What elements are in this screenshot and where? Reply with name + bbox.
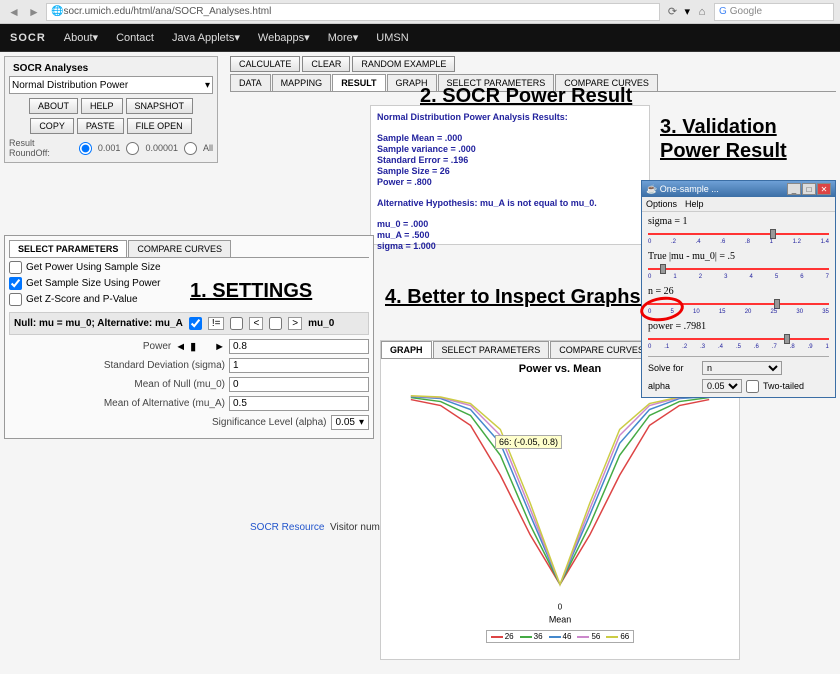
muA-input[interactable] [229,396,369,411]
tab-mapping[interactable]: MAPPING [272,74,332,91]
nav-about[interactable]: About▾ [64,31,98,44]
power-chart: 0 Mean [381,375,739,625]
tab-select-params[interactable]: SELECT PARAMETERS [438,74,555,91]
nav-java[interactable]: Java Applets▾ [172,31,240,44]
sd-input[interactable] [229,358,369,373]
tab-data[interactable]: DATA [230,74,271,91]
n-slider[interactable]: 05101520253035 [648,299,829,315]
roundoff-all[interactable] [184,142,197,155]
sigma-slider[interactable]: 0.2.4.6.811.21.4 [648,229,829,245]
paste-button[interactable]: PASTE [77,118,124,134]
nav-more[interactable]: More▾ [328,31,359,44]
minimize-icon[interactable]: _ [787,183,801,195]
maximize-icon[interactable]: □ [802,183,816,195]
power-slider-left[interactable]: ◄ [175,341,186,353]
analysis-select[interactable]: Normal Distribution Power▾ [9,76,213,94]
side-tab-select[interactable]: SELECT PARAMETERS [9,240,127,257]
nav-contact[interactable]: Contact [116,32,154,44]
java-titlebar[interactable]: ☕ One-sample ... _ □ ✕ [642,181,835,197]
forward-icon[interactable]: ► [26,4,42,20]
about-button[interactable]: ABOUT [29,98,78,114]
sd-label: Standard Deviation (sigma) [65,360,225,371]
op-lt-check[interactable] [230,317,243,330]
home-icon[interactable]: ⌂ [694,4,710,20]
footer-link[interactable]: SOCR Resource [250,522,324,533]
gtab-compare[interactable]: COMPARE CURVES [550,341,653,358]
close-icon[interactable]: ✕ [817,183,831,195]
url-bar[interactable]: 🌐 socr.umich.edu/html/ana/SOCR_Analyses.… [46,3,660,21]
power-slider[interactable]: 0.1.2.3.4.5.6.7.8.91 [648,334,829,350]
chart-legend: 2636465666 [486,630,635,643]
help-button[interactable]: HELP [81,98,123,114]
roundoff-row: Result RoundOff: 0.001 0.00001 All [9,138,213,158]
panel-title: SOCR Analyses [9,61,213,76]
fileopen-button[interactable]: FILE OPEN [127,118,192,134]
nav-umsn[interactable]: UMSN [376,32,408,44]
footer-text: Visitor num [330,522,380,533]
svg-text:Mean: Mean [549,614,571,624]
clear-button[interactable]: CLEAR [302,56,350,72]
roundoff-001[interactable] [79,142,92,155]
reload-icon[interactable]: ⟳ [664,4,680,20]
search-input[interactable]: GGoogle [714,3,834,21]
alpha-select[interactable]: 0.05▾ [331,415,370,430]
java-power-label: power = .7981 [648,321,829,332]
side-tab-compare[interactable]: COMPARE CURVES [128,240,231,257]
java-menu-options[interactable]: Options [646,199,677,209]
site-nav: SOCR About▾ Contact Java Applets▾ Webapp… [0,24,840,52]
result-text: Normal Distribution Power Analysis Resul… [370,105,650,245]
power-slider-track[interactable]: ▮ [190,340,210,353]
java-alpha-label: alpha [648,381,698,391]
java-diff-label: True |mu - mu_0| = .5 [648,251,829,262]
mu0-label: Mean of Null (mu_0) [65,379,225,390]
nav-webapps[interactable]: Webapps▾ [258,31,310,44]
java-n-label: n = 26 [648,286,829,297]
hypothesis-row: Null: mu = mu_0; Alternative: mu_A != < … [9,312,369,335]
muA-label: Mean of Alternative (mu_A) [65,398,225,409]
solve-label: Solve for [648,363,698,373]
mu0-input[interactable] [229,377,369,392]
analyses-panel: SOCR Analyses Normal Distribution Power▾… [4,56,218,163]
separator: ▾ [684,5,690,18]
power-label: Power [11,341,171,352]
opt-power-from-size[interactable] [9,261,22,274]
random-button[interactable]: RANDOM EXAMPLE [352,56,455,72]
chart-tooltip: 66: (-0.05, 0.8) [495,435,562,449]
snapshot-button[interactable]: SNAPSHOT [126,98,194,114]
java-menu-help[interactable]: Help [685,199,704,209]
diff-slider[interactable]: 01234567 [648,264,829,280]
tab-result[interactable]: RESULT [332,74,385,91]
opt-size-from-power[interactable] [9,277,22,290]
gtab-graph[interactable]: GRAPH [381,341,432,358]
settings-panel: SELECT PARAMETERS COMPARE CURVES Get Pow… [4,235,374,439]
tab-compare[interactable]: COMPARE CURVES [555,74,658,91]
gtab-select[interactable]: SELECT PARAMETERS [433,341,550,358]
browser-toolbar: ◄ ► 🌐 socr.umich.edu/html/ana/SOCR_Analy… [0,0,840,24]
back-icon[interactable]: ◄ [6,4,22,20]
op-ne-check[interactable] [189,317,202,330]
java-validation-window: ☕ One-sample ... _ □ ✕ Options Help sigm… [641,180,836,398]
java-alpha-select[interactable]: 0.05 [702,379,742,393]
power-input[interactable] [229,339,369,354]
solve-select[interactable]: n [702,361,782,375]
annotation-3: 3. Validation Power Result [660,115,840,163]
inner-tabs: DATA MAPPING RESULT GRAPH SELECT PARAMET… [230,74,836,92]
alpha-label: Significance Level (alpha) [167,417,327,428]
tab-graph[interactable]: GRAPH [387,74,437,91]
roundoff-00001[interactable] [126,142,139,155]
two-tailed-check[interactable] [746,380,759,393]
op-gt-check[interactable] [269,317,282,330]
java-sigma-label: sigma = 1 [648,216,829,227]
chevron-down-icon: ▾ [359,417,364,428]
copy-button[interactable]: COPY [30,118,74,134]
power-slider-right[interactable]: ► [214,341,225,353]
logo[interactable]: SOCR [10,32,46,44]
annotation-4: 4. Better to Inspect Graphs ... [385,285,663,309]
chevron-down-icon: ▾ [205,80,210,91]
svg-text:0: 0 [558,602,563,611]
calculate-button[interactable]: CALCULATE [230,56,300,72]
opt-zscore-pvalue[interactable] [9,293,22,306]
